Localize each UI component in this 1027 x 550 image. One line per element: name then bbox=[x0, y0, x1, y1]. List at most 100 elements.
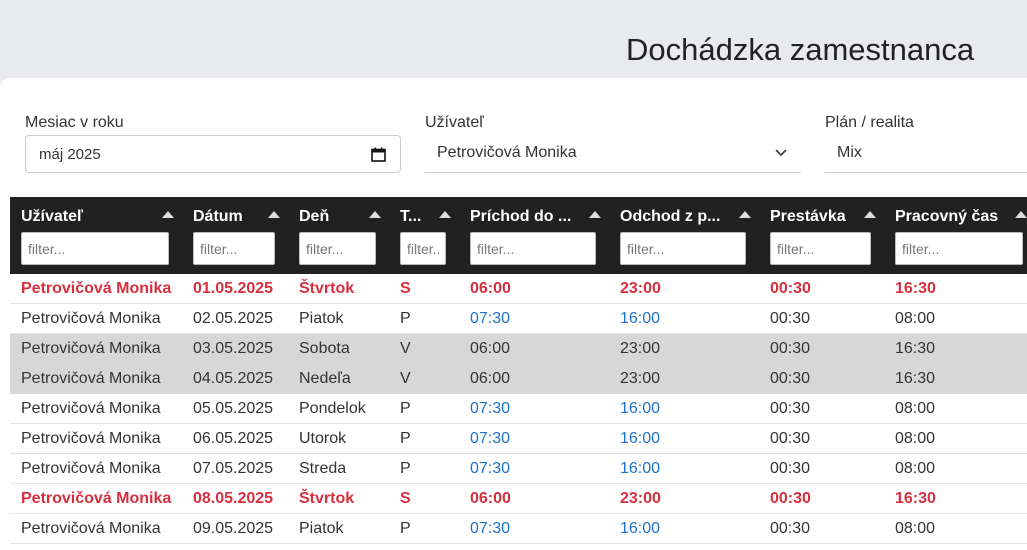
cell-date: 02.05.2025 bbox=[193, 310, 274, 327]
sort-ascending-icon[interactable] bbox=[439, 211, 451, 218]
cell-break: 00:30 bbox=[770, 430, 811, 447]
cell-day: Utorok bbox=[299, 430, 347, 447]
column-header-type: T... bbox=[389, 197, 459, 274]
table-row[interactable]: Petrovičová Monika 03.05.2025 Sobota V 06:00… bbox=[10, 334, 1027, 364]
cell-departure: 16:00 bbox=[620, 310, 661, 327]
cell-day: Piatok bbox=[299, 310, 344, 327]
cell-day: Nedeľa bbox=[299, 370, 351, 387]
column-title[interactable]: Pracovný čas bbox=[895, 208, 998, 226]
sort-ascending-icon[interactable] bbox=[1015, 211, 1027, 218]
sort-ascending-icon[interactable] bbox=[369, 211, 381, 218]
cell-break: 00:30 bbox=[770, 490, 811, 507]
table-row[interactable]: Petrovičová Monika 08.05.2025 Štvrtok S 06:0… bbox=[10, 484, 1027, 514]
cell-break: 00:30 bbox=[770, 280, 811, 297]
table-row[interactable]: Petrovičová Monika 04.05.2025 Nedeľa V 06:00… bbox=[10, 364, 1027, 394]
cell-work-time: 08:00 bbox=[895, 430, 936, 447]
cell-user: Petrovičová Monika bbox=[21, 370, 161, 387]
cell-arrival: 06:00 bbox=[470, 490, 511, 507]
chevron-down-icon bbox=[775, 149, 787, 157]
cell-date: 04.05.2025 bbox=[193, 370, 274, 387]
cell-date: 03.05.2025 bbox=[193, 340, 274, 357]
column-title[interactable]: Užívateľ bbox=[21, 208, 83, 226]
sort-ascending-icon[interactable] bbox=[268, 211, 280, 218]
cell-type: S bbox=[400, 490, 411, 507]
cell-user: Petrovičová Monika bbox=[21, 400, 161, 417]
sort-ascending-icon[interactable] bbox=[589, 211, 601, 218]
cell-type: S bbox=[400, 280, 411, 297]
cell-arrival: 07:30 bbox=[470, 310, 511, 327]
sort-ascending-icon[interactable] bbox=[739, 211, 751, 218]
table-row[interactable]: Petrovičová Monika 07.05.2025 Streda P 07:30… bbox=[10, 454, 1027, 484]
column-title[interactable]: Deň bbox=[299, 208, 329, 226]
calendar-icon[interactable] bbox=[371, 147, 386, 162]
table-row[interactable]: Petrovičová Monika 01.05.2025 Štvrtok S 06:0… bbox=[10, 274, 1027, 304]
cell-day: Streda bbox=[299, 460, 347, 477]
table-row[interactable]: Petrovičová Monika 09.05.2025 Piatok P 07:30… bbox=[10, 514, 1027, 544]
column-filter-input[interactable] bbox=[299, 232, 376, 265]
cell-arrival: 06:00 bbox=[470, 340, 511, 357]
column-header-day: Deň bbox=[288, 197, 389, 274]
column-header-break: Prestávka bbox=[759, 197, 884, 274]
cell-user: Petrovičová Monika bbox=[21, 460, 161, 477]
column-title[interactable]: Odchod z p... bbox=[620, 208, 720, 226]
cell-date: 01.05.2025 bbox=[193, 280, 274, 297]
column-filter-input[interactable] bbox=[895, 232, 1023, 265]
cell-user: Petrovičová Monika bbox=[21, 340, 161, 357]
sort-ascending-icon[interactable] bbox=[864, 211, 876, 218]
cell-type: V bbox=[400, 370, 411, 387]
column-header-arrival: Príchod do ... bbox=[459, 197, 609, 274]
cell-date: 07.05.2025 bbox=[193, 460, 274, 477]
cell-date: 08.05.2025 bbox=[193, 490, 274, 507]
grid-body: Petrovičová Monika 01.05.2025 Štvrtok S 06:0… bbox=[10, 274, 1027, 544]
column-title[interactable]: T... bbox=[400, 208, 421, 226]
cell-departure: 23:00 bbox=[620, 280, 661, 297]
table-row[interactable]: Petrovičová Monika 06.05.2025 Utorok P 07:30… bbox=[10, 424, 1027, 454]
page-title: Dochádzka zamestnanca bbox=[626, 32, 975, 67]
sort-ascending-icon[interactable] bbox=[162, 211, 174, 218]
column-title[interactable]: Príchod do ... bbox=[470, 208, 571, 226]
column-filter-input[interactable] bbox=[620, 232, 746, 265]
cell-departure: 23:00 bbox=[620, 370, 661, 387]
cell-day: Sobota bbox=[299, 340, 350, 357]
cell-work-time: 16:30 bbox=[895, 280, 936, 297]
plan-select[interactable]: Mix bbox=[825, 135, 1027, 173]
cell-departure: 16:00 bbox=[620, 520, 661, 537]
user-select[interactable]: Petrovičová Monika bbox=[425, 135, 801, 173]
table-row[interactable]: Petrovičová Monika 02.05.2025 Piatok P 07:30… bbox=[10, 304, 1027, 334]
cell-break: 00:30 bbox=[770, 340, 811, 357]
column-header-work-time: Pracovný čas bbox=[884, 197, 1027, 274]
cell-work-time: 08:00 bbox=[895, 400, 936, 417]
column-title[interactable]: Dátum bbox=[193, 208, 243, 226]
cell-type: V bbox=[400, 340, 411, 357]
cell-departure: 16:00 bbox=[620, 400, 661, 417]
column-title[interactable]: Prestávka bbox=[770, 208, 846, 226]
cell-departure: 23:00 bbox=[620, 340, 661, 357]
cell-date: 05.05.2025 bbox=[193, 400, 274, 417]
cell-departure: 16:00 bbox=[620, 460, 661, 477]
column-header-user: Užívateľ bbox=[10, 197, 182, 274]
cell-arrival: 07:30 bbox=[470, 520, 511, 537]
plan-filter-label: Plán / realita bbox=[825, 114, 914, 131]
attendance-grid: Užívateľ Dátum Deň T... Príchod do ... Odchod… bbox=[10, 197, 1027, 544]
column-filter-input[interactable] bbox=[21, 232, 169, 265]
month-input[interactable]: máj 2025 bbox=[25, 135, 401, 173]
cell-user: Petrovičová Monika bbox=[21, 430, 161, 447]
cell-date: 06.05.2025 bbox=[193, 430, 274, 447]
cell-work-time: 08:00 bbox=[895, 310, 936, 327]
column-header-departure: Odchod z p... bbox=[609, 197, 759, 274]
plan-select-value: Mix bbox=[837, 144, 862, 161]
cell-date: 09.05.2025 bbox=[193, 520, 274, 537]
table-row[interactable]: Petrovičová Monika 05.05.2025 Pondelok P 07:… bbox=[10, 394, 1027, 424]
cell-work-time: 16:30 bbox=[895, 490, 936, 507]
column-filter-input[interactable] bbox=[470, 232, 596, 265]
cell-type: P bbox=[400, 520, 411, 537]
grid-header: Užívateľ Dátum Deň T... Príchod do ... Odchod… bbox=[10, 197, 1027, 274]
column-filter-input[interactable] bbox=[770, 232, 871, 265]
cell-break: 00:30 bbox=[770, 370, 811, 387]
cell-arrival: 07:30 bbox=[470, 460, 511, 477]
cell-day: Štvrtok bbox=[299, 490, 355, 507]
cell-user: Petrovičová Monika bbox=[21, 520, 161, 537]
column-filter-input[interactable] bbox=[193, 232, 275, 265]
cell-work-time: 16:30 bbox=[895, 340, 936, 357]
column-filter-input[interactable] bbox=[400, 232, 446, 265]
